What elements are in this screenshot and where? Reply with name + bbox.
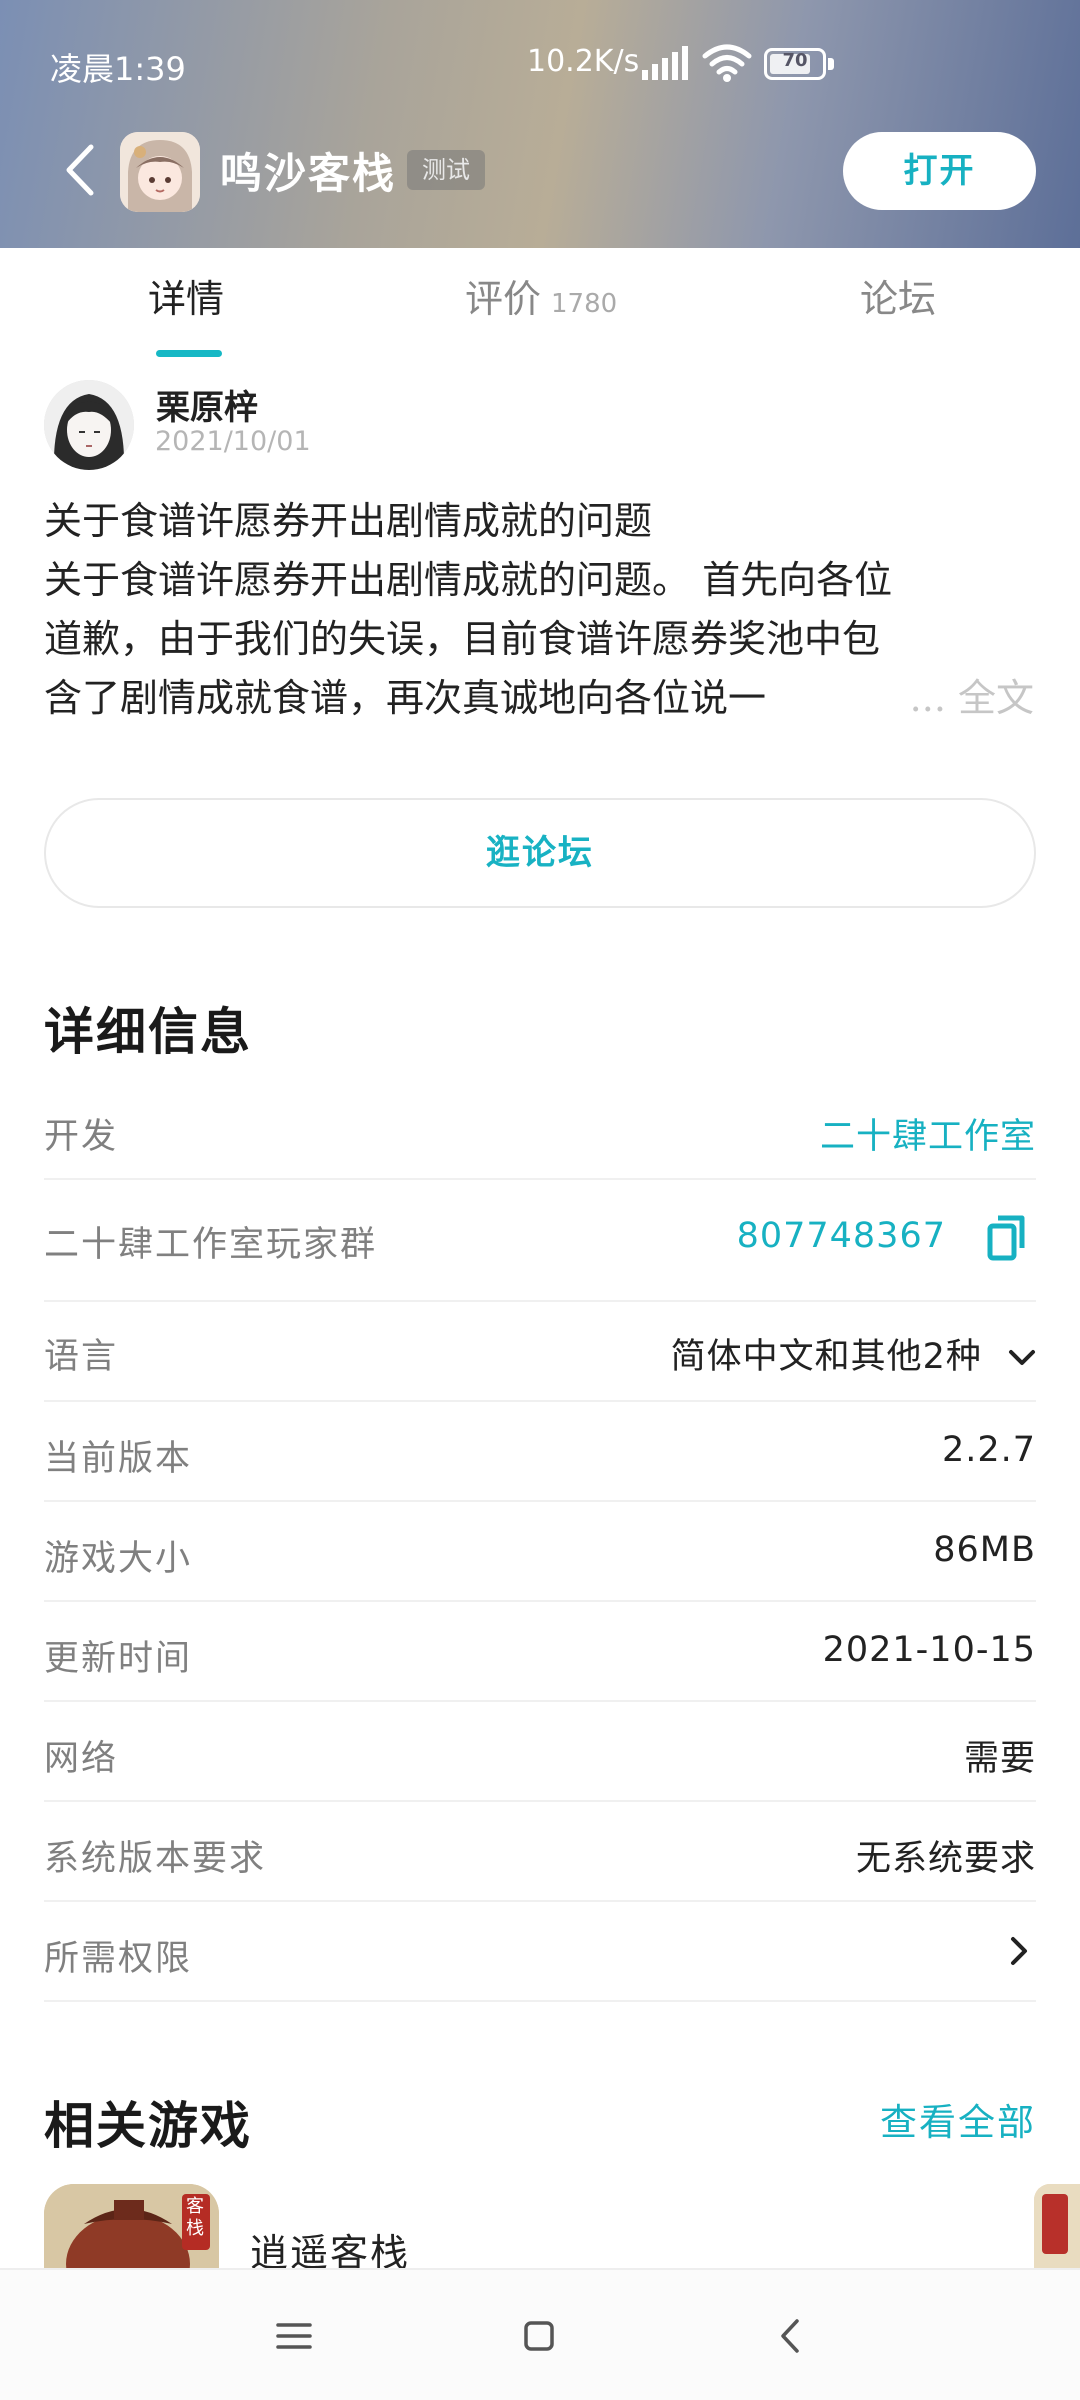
post-text-line: 道歉，由于我们的失误，目前食谱许愿券奖池中包 xyxy=(44,617,881,661)
post-text-line: 含了剧情成就食谱，再次真诚地向各位说一 xyxy=(44,676,767,720)
battery-icon: 70 xyxy=(764,48,834,80)
post-date: 2021/10/01 xyxy=(155,426,311,457)
detail-label: 所需权限 xyxy=(44,1939,193,1979)
language-text: 简体中文和其他2种 xyxy=(670,1337,982,1377)
tab-forum-label: 论坛 xyxy=(860,277,937,321)
detail-row-update-time: 更新时间 2021-10-15 xyxy=(44,1602,1036,1702)
back-triangle-icon xyxy=(781,2319,799,2353)
status-bar: 凌晨1:39 10.2K/s 70 xyxy=(0,0,1080,128)
language-value: 简体中文和其他2种 xyxy=(671,1328,1036,1379)
post-text-line: 关于食谱许愿券开出剧情成就的问题。 首先向各位 xyxy=(44,558,893,602)
back-arrow-icon xyxy=(66,144,94,196)
detail-value: 无系统要求 xyxy=(855,1839,1036,1879)
network-speed: 10.2K/s xyxy=(527,44,640,79)
open-button[interactable]: 打开 xyxy=(843,132,1036,210)
detail-row-language[interactable]: 语言 简体中文和其他2种 xyxy=(44,1302,1036,1402)
app-header: 凌晨1:39 10.2K/s 70 鸣沙客栈 测试 打开 xyxy=(0,0,1080,248)
active-tab-indicator xyxy=(156,350,222,357)
home-button[interactable] xyxy=(509,2306,569,2366)
detail-value: 86MB xyxy=(933,1530,1036,1570)
tab-forum[interactable]: 论坛 xyxy=(860,268,936,323)
back-button[interactable] xyxy=(50,135,110,205)
detail-row-version: 当前版本 2.2.7 xyxy=(44,1402,1036,1502)
copy-icon[interactable] xyxy=(984,1214,1028,1262)
tab-details-label: 详情 xyxy=(148,277,225,321)
detail-row-network: 网络 需要 xyxy=(44,1702,1036,1802)
details-section-title: 详细信息 xyxy=(44,1003,252,1061)
system-back-button[interactable] xyxy=(760,2306,820,2366)
browse-forum-button[interactable]: 逛论坛 xyxy=(44,798,1036,908)
related-game-item[interactable]: 客栈 逍遥客栈 xyxy=(44,2184,644,2284)
detail-label: 开发 xyxy=(44,1117,119,1157)
detail-label: 语言 xyxy=(44,1337,119,1377)
tab-reviews-label: 评价 xyxy=(465,277,542,321)
post-text-line-last: 含了剧情成就食谱，再次真诚地向各位说一 ... 全文 xyxy=(44,669,1034,728)
avatar[interactable] xyxy=(44,380,134,470)
game-icon-text: 客栈 xyxy=(186,2196,204,2239)
detail-label: 二十肆工作室玩家群 xyxy=(44,1225,378,1265)
home-square-icon xyxy=(524,2321,554,2351)
menu-button[interactable] xyxy=(264,2306,324,2366)
detail-row-developer[interactable]: 开发 二十肆工作室 xyxy=(44,1090,1036,1180)
tab-bar: 详情 评价 1780 论坛 xyxy=(0,248,1080,368)
menu-icon xyxy=(276,2323,312,2349)
system-nav-bar xyxy=(0,2268,1080,2400)
detail-label: 游戏大小 xyxy=(44,1539,193,1579)
detail-row-player-group: 二十肆工作室玩家群 807748367 xyxy=(44,1180,1036,1302)
detail-label: 系统版本要求 xyxy=(44,1839,267,1879)
detail-label: 当前版本 xyxy=(44,1439,193,1479)
app-title: 鸣沙客栈 xyxy=(220,149,397,198)
battery-level-text: 70 xyxy=(782,50,808,71)
read-more-link[interactable]: ... 全文 xyxy=(889,669,1034,728)
developer-link[interactable]: 二十肆工作室 xyxy=(820,1108,1036,1159)
signal-icon xyxy=(642,46,688,80)
detail-label: 更新时间 xyxy=(44,1639,193,1679)
tab-details[interactable]: 详情 xyxy=(148,268,224,323)
tab-reviews[interactable]: 评价 1780 xyxy=(465,268,617,323)
detail-value: 2021-10-15 xyxy=(822,1630,1036,1670)
wifi-icon xyxy=(702,44,752,82)
related-section-title: 相关游戏 xyxy=(44,2097,252,2155)
next-related-game-peek[interactable] xyxy=(1034,2184,1080,2280)
detail-row-permissions[interactable]: 所需权限 xyxy=(44,1902,1036,2002)
detail-label: 网络 xyxy=(44,1739,119,1779)
chevron-down-icon[interactable] xyxy=(1008,1349,1036,1367)
reviews-count: 1780 xyxy=(551,289,618,319)
detail-row-system-requirement: 系统版本要求 无系统要求 xyxy=(44,1802,1036,1902)
chevron-right-icon[interactable] xyxy=(1010,1936,1028,1966)
detail-value: 2.2.7 xyxy=(941,1430,1036,1470)
status-time: 凌晨1:39 xyxy=(50,50,186,88)
app-icon xyxy=(120,132,200,212)
post-title: 关于食谱许愿券开出剧情成就的问题 xyxy=(44,499,653,543)
test-badge: 测试 xyxy=(407,150,485,190)
see-all-link[interactable]: 查看全部 xyxy=(880,2092,1036,2146)
detail-value: 需要 xyxy=(963,1739,1036,1779)
player-group-number: 807748367 xyxy=(736,1216,946,1256)
detail-row-size: 游戏大小 86MB xyxy=(44,1502,1036,1602)
author-name[interactable]: 栗原梓 xyxy=(156,380,258,429)
post-content[interactable]: 关于食谱许愿券开出剧情成就的问题 关于食谱许愿券开出剧情成就的问题。 首先向各位… xyxy=(44,492,1034,728)
